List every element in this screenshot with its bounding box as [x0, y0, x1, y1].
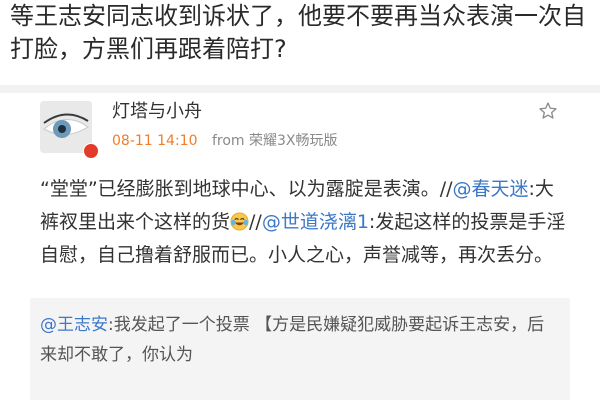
quoted-text: :我发起了一个投票 【方是民嫌疑犯威胁要起诉王志安，后来却不敢了，你认为: [40, 315, 545, 365]
mention-link[interactable]: @世道浇漓1: [262, 211, 369, 233]
quoted-post-text: @王志安:我发起了一个投票 【方是民嫌疑犯威胁要起诉王志安，后来却不敢了，你认为: [40, 310, 560, 370]
verified-badge: [83, 143, 99, 159]
section-divider: [0, 85, 600, 93]
quoted-post[interactable]: @王志安:我发起了一个投票 【方是民嫌疑犯威胁要起诉王志安，后来却不敢了，你认为: [30, 298, 570, 400]
crying-laughing-emoji-icon: [230, 212, 249, 231]
mention-link[interactable]: @春天迷: [453, 178, 529, 200]
device-name: 荣耀3X畅玩版: [248, 133, 338, 149]
mention-link[interactable]: @王志安: [40, 315, 108, 335]
post-text-1: “堂堂”已经膨胀到地球中心、以为露腚是表演。//: [40, 178, 453, 200]
repost-card: 灯塔与小舟 08-11 14:10 from 荣耀3X畅玩版 “堂堂”已经膨胀到…: [30, 93, 570, 400]
star-icon[interactable]: [538, 101, 558, 121]
post-body: “堂堂”已经膨胀到地球中心、以为露腚是表演。//@春天迷:大裤衩里出来个这样的货…: [40, 173, 570, 272]
post-text-3: //: [249, 211, 262, 233]
post-meta: 08-11 14:10 from 荣耀3X畅玩版: [112, 130, 337, 150]
from-label: from: [211, 133, 245, 149]
top-comment-text: 等王志安同志收到诉状了，他要不要再当众表演一次自打脸，方黑们再跟着陪打?: [10, 2, 586, 63]
post-time: 08-11 14:10: [112, 133, 198, 149]
user-name[interactable]: 灯塔与小舟: [112, 97, 202, 123]
